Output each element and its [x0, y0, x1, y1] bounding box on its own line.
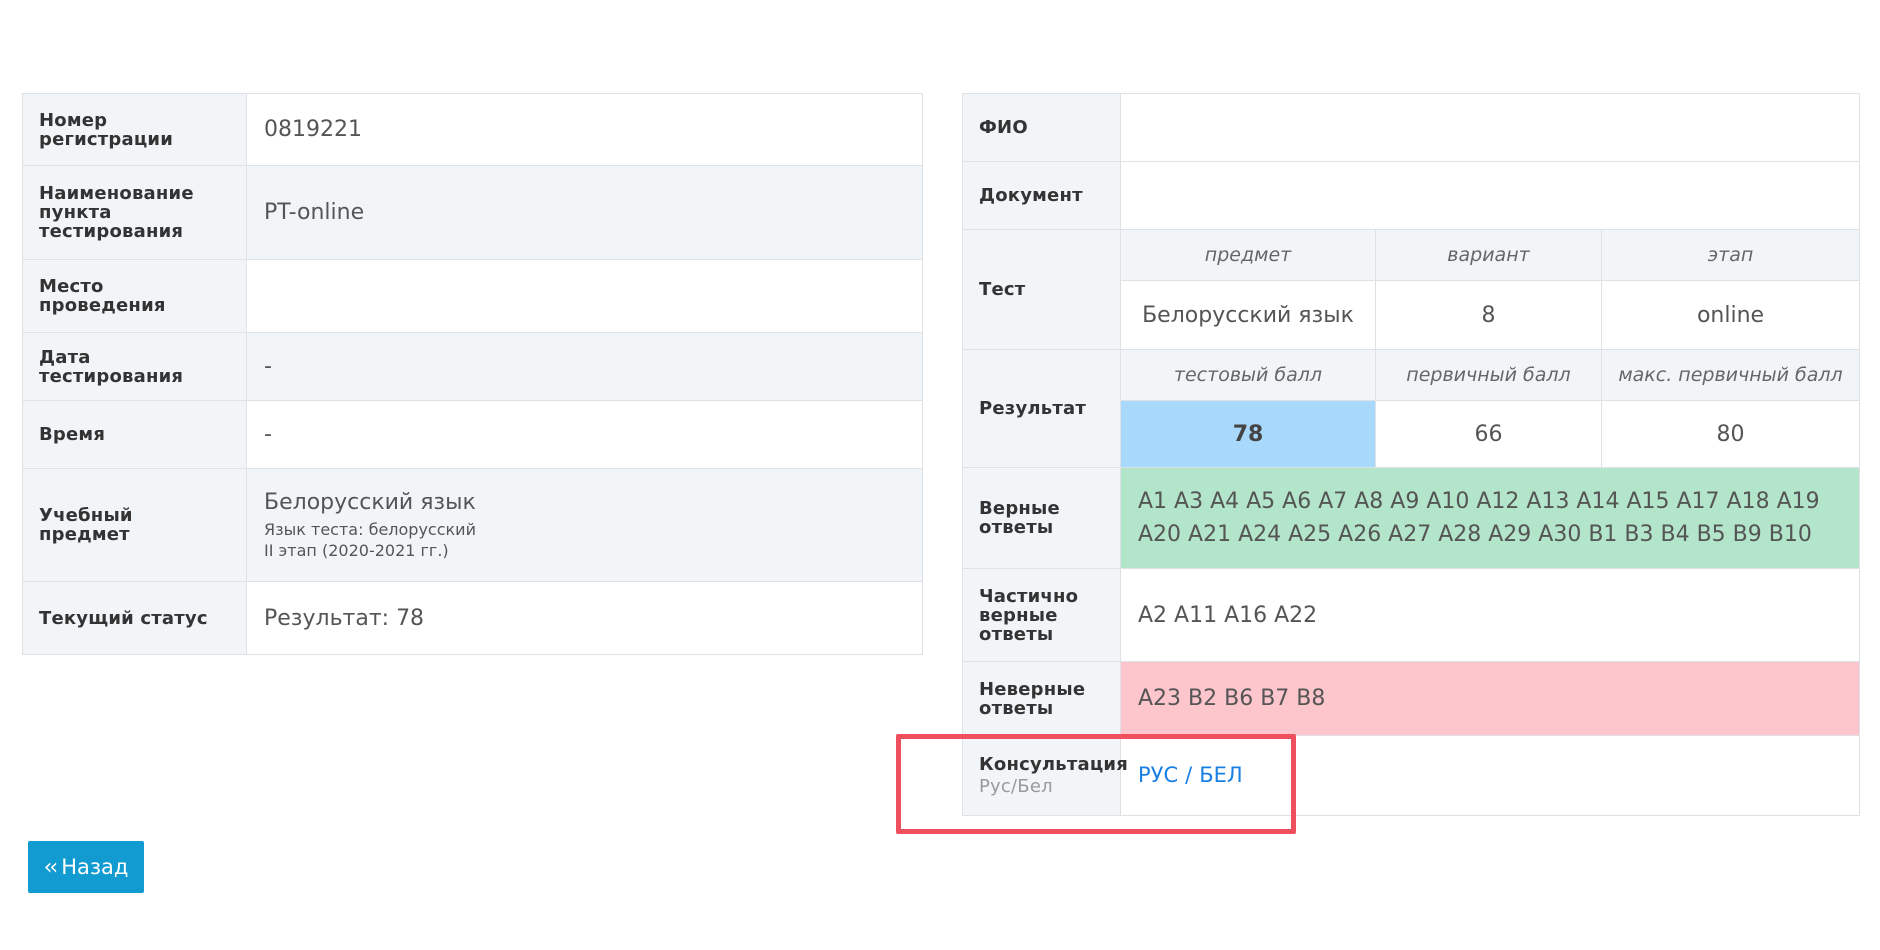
label-testing-point: Наименование пункта тестирования — [22, 165, 247, 260]
test-language: Язык теста: белорусский — [264, 519, 476, 539]
value-registration-number: 0819221 — [246, 93, 923, 166]
value-partial-answers: A2 A11 A16 A22 — [1119, 568, 1861, 662]
back-button-label: Назад — [61, 855, 129, 879]
label-test: Тест — [962, 229, 1121, 350]
row-partial-answers: Частично верные ответы A2 A11 A16 A22 — [962, 568, 1861, 662]
header-stage: этап — [1600, 229, 1861, 281]
test-stage: II этап (2020-2021 гг.) — [264, 540, 449, 560]
value-current-status: Результат: 78 — [246, 581, 923, 655]
test-subject: Белорусский язык — [1120, 280, 1376, 350]
label-current-status: Текущий статус — [22, 581, 247, 655]
row-time: Время - — [22, 400, 923, 469]
test-results-table: ФИО Документ Тест предмет вариант этап Б… — [962, 93, 1861, 816]
value-location — [246, 259, 923, 333]
header-variant: вариант — [1375, 229, 1602, 281]
value-correct-answers: A1 A3 A4 A5 A6 A7 A8 A9 A10 A12 A13 A14 … — [1119, 467, 1861, 569]
label-subject: Учебный предмет — [22, 468, 247, 582]
header-primary-score: первичный балл — [1375, 349, 1602, 401]
row-test-headers: Тест предмет вариант этап — [962, 229, 1861, 350]
row-testing-date: Дата тестирования - — [22, 332, 923, 401]
value-testing-date: - — [246, 332, 923, 401]
label-fio: ФИО — [962, 93, 1121, 162]
value-document — [1119, 161, 1861, 230]
subject-name: Белорусский язык — [264, 489, 476, 515]
header-subject: предмет — [1120, 229, 1376, 281]
header-test-score: тестовый балл — [1120, 349, 1376, 401]
row-wrong-answers: Неверные ответы A23 B2 B6 B7 B8 — [962, 661, 1861, 736]
row-correct-answers: Верные ответы A1 A3 A4 A5 A6 A7 A8 A9 A1… — [962, 467, 1861, 569]
row-result-headers: Результат тестовый балл первичный балл м… — [962, 349, 1861, 468]
double-chevron-left-icon: ‹‹ — [43, 854, 59, 880]
consultation-highlight-box — [896, 734, 1296, 834]
row-testing-point: Наименование пункта тестирования PT-onli… — [22, 165, 923, 260]
label-time: Время — [22, 400, 247, 469]
test-score: 78 — [1120, 400, 1376, 468]
row-current-status: Текущий статус Результат: 78 — [22, 581, 923, 655]
value-time: - — [246, 400, 923, 469]
row-document: Документ — [962, 161, 1861, 230]
primary-score: 66 — [1375, 400, 1602, 468]
row-subject: Учебный предмет Белорусский язык Язык те… — [22, 468, 923, 582]
label-testing-date: Дата тестирования — [22, 332, 247, 401]
label-location: Место проведения — [22, 259, 247, 333]
value-testing-point: PT-online — [246, 165, 923, 260]
label-document: Документ — [962, 161, 1121, 230]
label-wrong-answers: Неверные ответы — [962, 661, 1121, 736]
label-correct-answers: Верные ответы — [962, 467, 1121, 569]
label-result: Результат — [962, 349, 1121, 468]
row-location: Место проведения — [22, 259, 923, 333]
value-subject: Белорусский язык Язык теста: белорусский… — [246, 468, 923, 582]
header-max-primary-score: макс. первичный балл — [1600, 349, 1861, 401]
back-button[interactable]: ‹‹ Назад — [28, 841, 144, 893]
registration-info-table: Номер регистрации 0819221 Наименование п… — [22, 93, 923, 655]
row-registration-number: Номер регистрации 0819221 — [22, 93, 923, 166]
test-stage-value: online — [1600, 280, 1861, 350]
label-partial-answers: Частично верные ответы — [962, 568, 1121, 662]
label-registration-number: Номер регистрации — [22, 93, 247, 166]
value-wrong-answers: A23 B2 B6 B7 B8 — [1119, 661, 1861, 736]
test-variant: 8 — [1375, 280, 1602, 350]
row-fio: ФИО — [962, 93, 1861, 162]
max-primary-score: 80 — [1600, 400, 1861, 468]
value-fio — [1119, 93, 1861, 162]
